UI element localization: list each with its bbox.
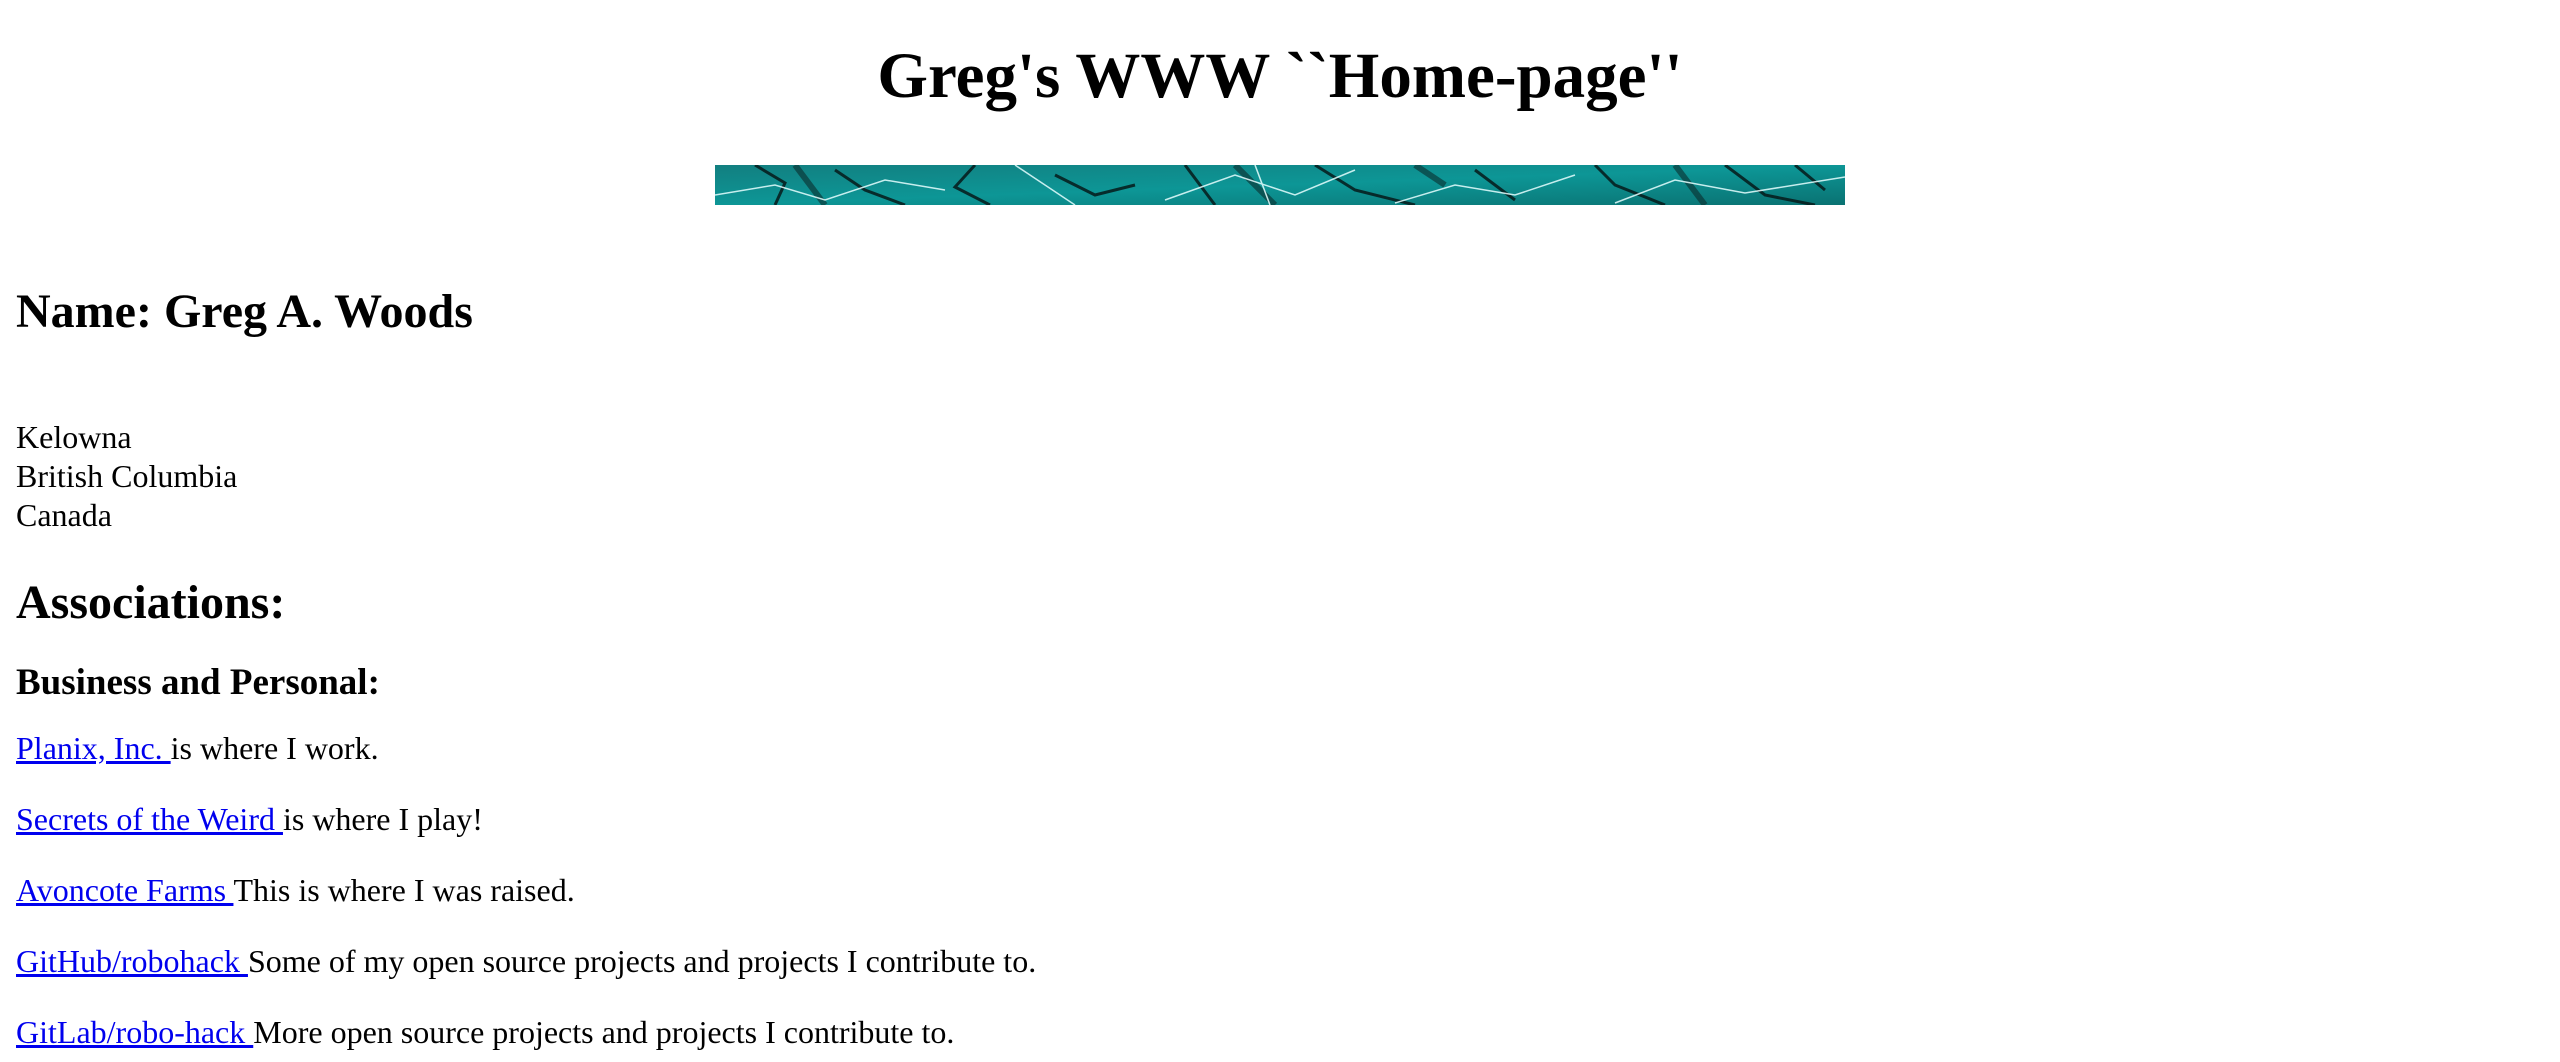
gitlab-robo-hack-link[interactable]: GitLab/robo-hack xyxy=(16,1014,253,1050)
address-country: Canada xyxy=(16,497,112,533)
association-item-avoncote-farms: Avoncote Farms This is where I was raise… xyxy=(16,870,2544,910)
planix-link[interactable]: Planix, Inc. xyxy=(16,730,171,766)
associations-heading: Associations: xyxy=(16,576,286,629)
address-block: Kelowna British Columbia Canada xyxy=(16,418,2544,535)
association-description: More open source projects and projects I… xyxy=(253,1014,955,1050)
association-description: is where I play! xyxy=(282,801,483,837)
github-robohack-link[interactable]: GitHub/robohack xyxy=(16,943,248,979)
association-description: This is where I was raised. xyxy=(233,872,575,908)
page-title: Greg's WWW ``Home-page'' xyxy=(877,40,1683,112)
associations-list: Planix, Inc. is where I work. Secrets of… xyxy=(16,728,2544,1052)
business-personal-subheading: Business and Personal: xyxy=(16,662,380,703)
banner-container xyxy=(16,165,2544,205)
name-heading: Name: Greg A. Woods xyxy=(16,285,473,338)
association-item-gitlab: GitLab/robo-hack More open source projec… xyxy=(16,1012,2544,1052)
association-description: is where I work. xyxy=(170,730,379,766)
secrets-of-the-weird-link[interactable]: Secrets of the Weird xyxy=(16,801,283,837)
page: Greg's WWW ``Home-page'' Name: Greg A. W… xyxy=(0,0,2560,1062)
address-province: British Columbia xyxy=(16,458,238,494)
association-item-planix: Planix, Inc. is where I work. xyxy=(16,728,2544,768)
marble-banner-image xyxy=(715,165,1845,205)
address-city: Kelowna xyxy=(16,419,132,455)
association-item-secrets-of-the-weird: Secrets of the Weird is where I play! xyxy=(16,799,2544,839)
avoncote-farms-link[interactable]: Avoncote Farms xyxy=(16,872,233,908)
association-item-github: GitHub/robohack Some of my open source p… xyxy=(16,941,2544,981)
association-description: Some of my open source projects and proj… xyxy=(247,943,1037,979)
